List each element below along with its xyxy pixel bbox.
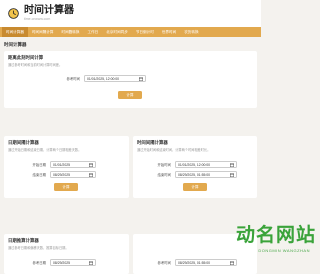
card-title: 日期推算计算器 — [8, 238, 69, 244]
end-date-input[interactable]: 08/29/2025 — [50, 171, 96, 178]
nav-item-timestamp[interactable]: 时间戳转换 — [58, 27, 84, 37]
site-header: 时间计算器 time.cnwww.com — [0, 0, 261, 27]
calendar-icon[interactable] — [89, 163, 93, 167]
card-desc: 通过参考日期和偏移天数，推算目标日期。 — [8, 245, 69, 250]
calendar-icon[interactable] — [139, 77, 143, 81]
calendar-icon[interactable] — [230, 163, 234, 167]
watermark-subtitle: DONGMIN WANGZHAN — [258, 248, 310, 253]
end-time-value: 08/29/2025, 01:55:00 — [178, 173, 210, 177]
nav-item-lunar[interactable]: 农历转换 — [180, 27, 202, 37]
calculate-button[interactable]: 计算 — [183, 183, 207, 191]
end-date-value: 08/29/2025 — [53, 173, 70, 177]
card-title: 日期间隔计算器 — [8, 140, 81, 146]
card-desc: 通过参考时间和当前时间计算时间差。 — [8, 62, 62, 67]
nav-item-interval[interactable]: 时间间隔计算 — [28, 27, 58, 37]
reference-time-input[interactable]: 08/29/2025, 01:55:00 — [175, 259, 237, 266]
reference-time-value: 08/29/2025, 01:55:00 — [178, 261, 210, 265]
start-date-value: 01/01/2025 — [53, 163, 70, 167]
calendar-icon[interactable] — [89, 261, 93, 265]
nav-item-countdown[interactable]: 节日倒计时 — [132, 27, 158, 37]
reference-time-value: 01/01/2025, 12:00:00 — [87, 77, 119, 81]
card-date-interval: 日期间隔计算器 通过开始日期和结束日期，计算两个日期相差天数。 开始日期 01/… — [4, 136, 129, 198]
card-time-interval: 时间间隔计算器 通过开始时间和结束时间，计算两个时间相差时长。 开始时间 01/… — [133, 136, 257, 198]
start-time-input[interactable]: 01/01/2025, 12:00:00 — [175, 161, 237, 168]
brand[interactable]: 时间计算器 time.cnwww.com — [24, 6, 74, 21]
nav-item-world-time[interactable]: 世界时间 — [158, 27, 180, 37]
card-since-now: 距离此刻时间计算 通过参考时间和当前时间计算时间差。 参考时间 01/01/20… — [4, 51, 257, 108]
end-time-input[interactable]: 08/29/2025, 01:55:00 — [175, 171, 237, 178]
nav-item-beijing-time[interactable]: 北京时间同步 — [102, 27, 132, 37]
calendar-icon[interactable] — [89, 173, 93, 177]
end-date-label: 结束日期 — [28, 172, 46, 177]
reference-time-label: 参考时间 — [54, 76, 80, 81]
start-date-label: 开始日期 — [28, 162, 46, 167]
reference-date-label: 参考日期 — [28, 260, 46, 265]
card-desc: 通过开始日期和结束日期，计算两个日期相差天数。 — [8, 147, 81, 152]
end-time-label: 结束时间 — [153, 172, 171, 177]
calendar-icon[interactable] — [230, 261, 234, 265]
card-date-offset: 日期推算计算器 通过参考日期和偏移天数，推算目标日期。 参考日期 08/29/2… — [4, 234, 129, 274]
reference-date-input[interactable]: 08/29/2025 — [50, 259, 96, 266]
card-desc: 通过开始时间和结束时间，计算两个时间相差时长。 — [137, 147, 210, 152]
card-title: 距离此刻时间计算 — [8, 55, 62, 61]
start-date-input[interactable]: 01/01/2025 — [50, 161, 96, 168]
calendar-icon[interactable] — [230, 173, 234, 177]
calculate-button[interactable]: 计算 — [118, 91, 142, 99]
reference-time-label: 参考时间 — [153, 260, 171, 265]
calculate-button[interactable]: 计算 — [54, 183, 78, 191]
page-title: 时间计算器 — [0, 37, 261, 51]
site-subtitle: time.cnwww.com — [24, 17, 74, 21]
start-time-label: 开始时间 — [153, 162, 171, 167]
nav-item-workday[interactable]: 工作日 — [84, 27, 103, 37]
site-title: 时间计算器 — [24, 6, 74, 16]
main-nav: 时间计算器 时间间隔计算 时间戳转换 工作日 北京时间同步 节日倒计时 世界时间… — [0, 27, 261, 37]
start-time-value: 01/01/2025, 12:00:00 — [178, 163, 210, 167]
card-title: 时间间隔计算器 — [137, 140, 210, 146]
nav-item-time-calculator[interactable]: 时间计算器 — [2, 27, 28, 37]
reference-time-input[interactable]: 01/01/2025, 12:00:00 — [84, 75, 146, 82]
watermark-logo: 动名网站 — [236, 220, 316, 247]
reference-date-value: 08/29/2025 — [53, 261, 70, 265]
clock-icon[interactable] — [8, 8, 19, 19]
